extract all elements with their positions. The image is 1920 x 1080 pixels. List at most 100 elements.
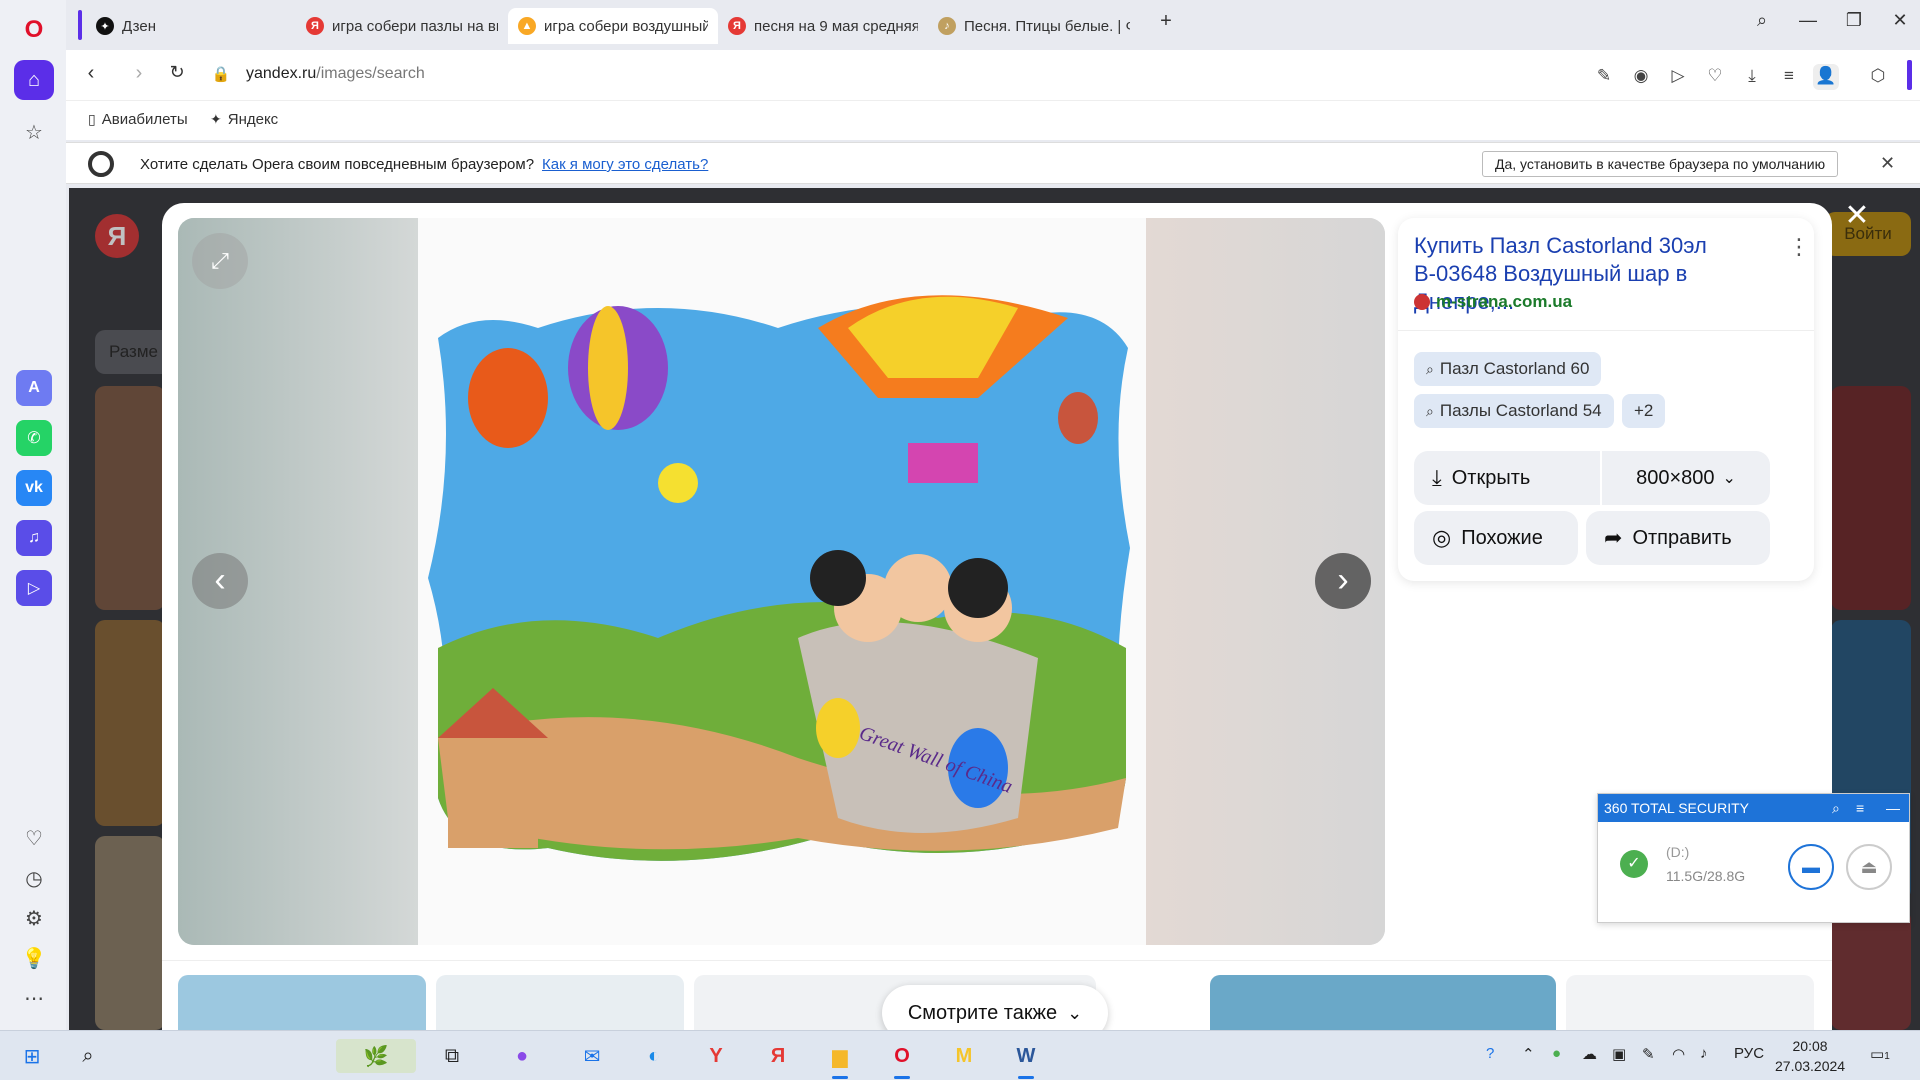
help-icon[interactable]: ? bbox=[1486, 1045, 1494, 1062]
aria-icon[interactable]: A bbox=[16, 370, 52, 406]
related-thumbnail[interactable] bbox=[436, 975, 684, 1030]
forward-button[interactable]: › bbox=[124, 62, 154, 85]
language-indicator[interactable]: РУС bbox=[1734, 1045, 1764, 1062]
search-tabs-icon[interactable]: ⌕ bbox=[1744, 10, 1780, 31]
tag-chip[interactable]: ⌕ Пазлы Castorland 54 bbox=[1414, 394, 1614, 428]
opera-logo-icon bbox=[88, 151, 114, 177]
wifi-icon[interactable]: ◠ bbox=[1672, 1045, 1685, 1063]
edit-icon[interactable]: ✎ bbox=[1591, 64, 1617, 90]
see-also-button[interactable]: Смотрите также ⌄ bbox=[882, 985, 1108, 1030]
word-icon[interactable]: W bbox=[1008, 1039, 1044, 1079]
similar-button[interactable]: ◎ Похожие bbox=[1414, 511, 1578, 565]
notification-icon[interactable]: ▭1 bbox=[1870, 1045, 1890, 1063]
search-icon[interactable]: ⌕ bbox=[70, 1039, 106, 1073]
prev-image-button[interactable]: ‹ bbox=[192, 553, 248, 609]
heart-icon[interactable]: ♡ bbox=[14, 818, 54, 858]
security-tray-icon[interactable]: ● bbox=[1552, 1045, 1561, 1062]
yandex-icon[interactable]: Я bbox=[760, 1039, 796, 1073]
opera-icon[interactable]: O bbox=[884, 1039, 920, 1079]
tab-accent bbox=[78, 10, 82, 40]
bulb-icon[interactable]: 💡 bbox=[14, 938, 54, 978]
easy-setup-icon[interactable]: ≡ bbox=[1776, 64, 1802, 90]
extensions-icon[interactable]: ⬡ bbox=[1865, 64, 1891, 90]
close-infobar-icon[interactable]: ✕ bbox=[1880, 153, 1895, 174]
file-explorer-icon[interactable]: ▆ bbox=[822, 1039, 858, 1079]
alice-icon[interactable]: ● bbox=[504, 1039, 540, 1073]
player-icon[interactable]: ▷ bbox=[16, 570, 52, 606]
set-default-button[interactable]: Да, установить в качестве браузера по ум… bbox=[1482, 151, 1839, 177]
cloud-icon[interactable]: ☁ bbox=[1582, 1045, 1597, 1063]
maximize-button[interactable]: ❐ bbox=[1836, 10, 1872, 31]
bookmark-label: Яндекс bbox=[227, 111, 279, 128]
tag-chip[interactable]: ⌕ Пазл Castorland 60 bbox=[1414, 352, 1602, 386]
chevron-up-icon[interactable]: ⌃ bbox=[1522, 1045, 1535, 1063]
reload-button[interactable]: ↻ bbox=[162, 62, 192, 83]
music-icon[interactable]: ♫ bbox=[16, 520, 52, 556]
star-icon[interactable]: ☆ bbox=[14, 112, 54, 152]
minimize-icon[interactable]: — bbox=[1886, 794, 1900, 822]
related-thumbnail[interactable] bbox=[178, 975, 426, 1030]
volume-icon[interactable]: ♪ bbox=[1700, 1045, 1708, 1062]
minimize-button[interactable]: — bbox=[1790, 10, 1826, 31]
new-tab-button[interactable]: + bbox=[1148, 10, 1184, 33]
infobar-link[interactable]: Как я могу это сделать? bbox=[542, 156, 708, 173]
close-viewer-button[interactable]: ✕ bbox=[1842, 198, 1872, 233]
result-site-link[interactable]: m-strana.com.ua bbox=[1414, 292, 1572, 312]
close-window-button[interactable]: ✕ bbox=[1882, 10, 1918, 31]
url-field[interactable]: yandex.ru/images/search bbox=[246, 65, 425, 83]
background-thumbnail bbox=[1831, 910, 1911, 1030]
mail-icon[interactable]: ✉ bbox=[574, 1039, 610, 1073]
weather-widget-icon[interactable]: 🌿 bbox=[336, 1039, 416, 1073]
send-icon[interactable]: ▷ bbox=[1665, 64, 1691, 90]
history-icon[interactable]: ◷ bbox=[14, 858, 54, 898]
kebab-menu-icon[interactable]: ⋮ bbox=[1788, 234, 1810, 260]
main-image[interactable]: Great Wall of China bbox=[418, 218, 1146, 945]
pen-icon[interactable]: ✎ bbox=[1642, 1045, 1655, 1063]
url-path: /images/search bbox=[316, 65, 425, 82]
eject-icon[interactable]: ⏏ bbox=[1846, 844, 1892, 890]
camera-icon[interactable]: ◉ bbox=[1628, 64, 1654, 90]
expand-icon[interactable]: ⤢ bbox=[192, 233, 248, 289]
vk-icon[interactable]: vk bbox=[16, 470, 52, 506]
yandex-browser-icon[interactable]: Y bbox=[698, 1039, 734, 1073]
app-m-icon[interactable]: M bbox=[946, 1039, 982, 1073]
search-icon[interactable]: ⌕ bbox=[1832, 794, 1840, 822]
opera-logo-icon[interactable]: O bbox=[14, 10, 54, 50]
tab-dzen[interactable]: ✦ Дзен bbox=[86, 8, 296, 44]
related-thumbnail[interactable] bbox=[1210, 975, 1556, 1030]
windows-start-icon[interactable]: ⊞ bbox=[14, 1039, 50, 1073]
tab-puzzle-search[interactable]: Я игра собери пазлы на вы bbox=[296, 8, 508, 44]
related-thumbnail[interactable] bbox=[1566, 975, 1814, 1030]
yandex-logo-icon[interactable]: Я bbox=[95, 214, 139, 258]
clock[interactable]: 20:08 27.03.2024 bbox=[1775, 1036, 1845, 1076]
more-tags-chip[interactable]: +2 bbox=[1622, 394, 1666, 428]
menu-icon[interactable]: ≡ bbox=[1856, 794, 1864, 822]
open-button[interactable]: ⤓ Открыть bbox=[1414, 451, 1600, 505]
bookmark-aviabilety[interactable]: ▯ Авиабилеты bbox=[88, 111, 188, 128]
edge-icon[interactable]: ◐ bbox=[636, 1039, 672, 1073]
tab-song-birds[interactable]: ♪ Песня. Птицы белые. | Фо bbox=[928, 8, 1140, 44]
heart-icon[interactable]: ♡ bbox=[1702, 64, 1728, 90]
next-image-button[interactable]: › bbox=[1315, 553, 1371, 609]
background-thumbnail bbox=[95, 386, 165, 610]
back-button[interactable]: ‹ bbox=[76, 62, 106, 85]
tab-song-search[interactable]: Я песня на 9 мая средняя г bbox=[718, 8, 928, 44]
share-button[interactable]: ➦ Отправить bbox=[1586, 511, 1770, 565]
home-icon[interactable]: ⌂ bbox=[14, 60, 54, 100]
settings-icon[interactable]: ⚙ bbox=[14, 898, 54, 938]
sidebar-accent bbox=[1907, 60, 1912, 90]
folder-icon[interactable]: ▬ bbox=[1788, 844, 1834, 890]
search-icon: ⌕ bbox=[1426, 403, 1434, 419]
drive-label: (D:) bbox=[1666, 844, 1690, 860]
whatsapp-icon[interactable]: ✆ bbox=[16, 420, 52, 456]
chip-label: Пазл Castorland 60 bbox=[1439, 359, 1590, 378]
more-icon[interactable]: ⋯ bbox=[14, 978, 54, 1018]
task-view-icon[interactable]: ⧉ bbox=[434, 1039, 470, 1073]
bookmark-yandex[interactable]: ✦ Яндекс bbox=[210, 111, 278, 128]
tab-balloon-search[interactable]: ▲ игра собери воздушный bbox=[508, 8, 718, 44]
clock-date: 27.03.2024 bbox=[1775, 1058, 1846, 1074]
camera-tray-icon[interactable]: ▣ bbox=[1612, 1045, 1626, 1063]
size-select[interactable]: 800×800 ⌄ bbox=[1602, 451, 1770, 505]
download-icon[interactable]: ⤓ bbox=[1739, 64, 1765, 90]
profile-icon[interactable]: 👤 bbox=[1813, 64, 1839, 90]
